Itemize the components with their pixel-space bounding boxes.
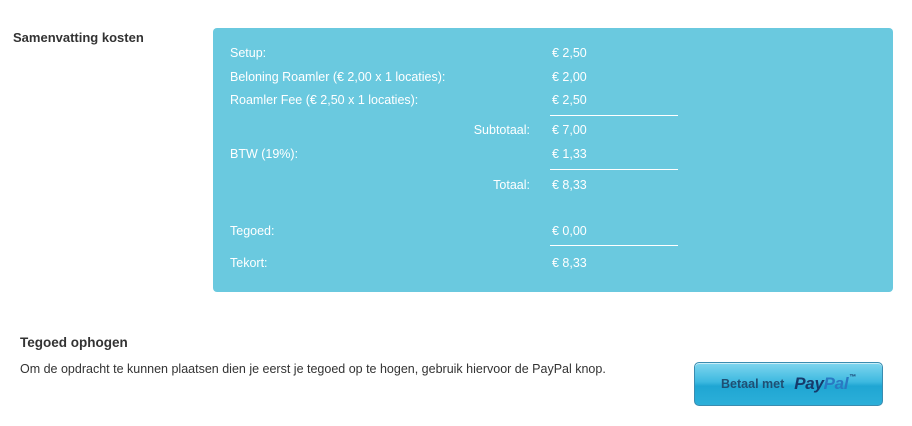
shortage-label: Tekort:: [230, 256, 268, 270]
topup-description: Om de opdracht te kunnen plaatsen dien j…: [20, 362, 606, 376]
vat-value: € 1,33: [552, 147, 587, 161]
summary-title: Samenvatting kosten: [13, 30, 144, 45]
reward-value: € 2,00: [552, 70, 587, 84]
cost-summary-panel: Setup: € 2,50 Beloning Roamler (€ 2,00 x…: [213, 28, 893, 292]
total-label: Totaal:: [493, 178, 530, 192]
shortage-divider: [550, 245, 678, 246]
total-divider: [550, 169, 678, 170]
paypal-trademark: ™: [849, 374, 856, 381]
fee-value: € 2,50: [552, 93, 587, 107]
paypal-logo-pay: Pay: [794, 374, 824, 393]
setup-value: € 2,50: [552, 46, 587, 60]
paypal-button-label: Betaal met: [721, 377, 785, 391]
paypal-logo-pal: Pal: [823, 374, 849, 393]
topup-title: Tegoed ophogen: [20, 335, 128, 350]
total-value: € 8,33: [552, 178, 587, 192]
reward-label: Beloning Roamler (€ 2,00 x 1 locaties):: [230, 70, 446, 84]
subtotal-label: Subtotaal:: [473, 123, 530, 137]
paypal-logo-icon: PayPal™: [794, 374, 856, 394]
paypal-pay-button[interactable]: Betaal met PayPal™: [694, 362, 883, 406]
shortage-value: € 8,33: [552, 256, 587, 270]
credit-label: Tegoed:: [230, 224, 275, 238]
credit-value: € 0,00: [552, 224, 587, 238]
fee-label: Roamler Fee (€ 2,50 x 1 locaties):: [230, 93, 419, 107]
setup-label: Setup:: [230, 46, 267, 60]
vat-label: BTW (19%):: [230, 147, 299, 161]
subtotal-divider: [550, 115, 678, 116]
subtotal-value: € 7,00: [552, 123, 587, 137]
